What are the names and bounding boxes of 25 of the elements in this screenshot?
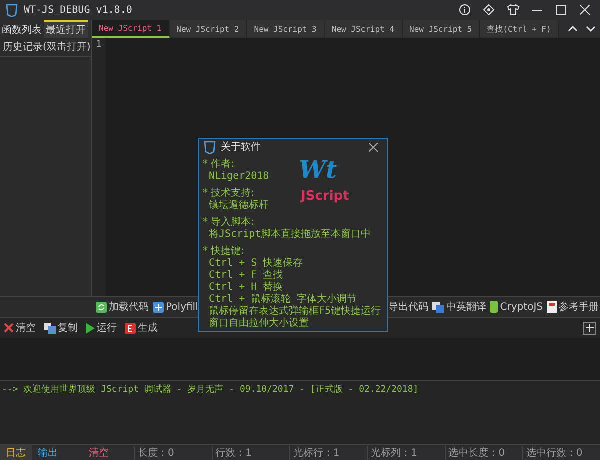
section-text: NLiger2018	[209, 171, 270, 183]
dialog-title: 关于软件	[221, 140, 262, 154]
section-heading: * 快捷键:	[203, 244, 245, 258]
logo-text: JScript	[301, 189, 350, 204]
status-field: 行数：1	[212, 446, 290, 460]
status-field: 光标列：1	[367, 446, 445, 460]
line-number: 1	[96, 40, 102, 50]
status-field: 选中行数：0	[522, 446, 600, 460]
section-text: Ctrl + 鼠标滚轮 字体大小调节	[209, 294, 358, 306]
logo-text: Wt	[299, 155, 338, 184]
section-heading: * 技术支持:	[203, 186, 255, 200]
section-text: 将JScript脚本直接拖放至本窗口中	[209, 229, 372, 241]
section-text: 镇坛遁德标杆	[209, 200, 269, 212]
section-text: Ctrl + F 查找	[209, 270, 284, 282]
section-text: 窗口自由拉伸大小设置	[209, 318, 309, 330]
window-title: WT-JS_DEBUG v1.8.0	[24, 4, 134, 16]
section-heading: * 导入脚本:	[203, 216, 255, 229]
log-line: --> 欢迎使用世界顶级 JScript 调试器 - 岁月无声 - 09.10/2017 - [正式版 - 02.22/2018]	[2, 384, 420, 396]
section-heading: * 作者:	[203, 158, 235, 171]
section-text: Ctrl + S 快速保存	[209, 258, 304, 270]
status-field: 选中长度：0	[444, 446, 522, 460]
status-field: 长度：0	[134, 446, 212, 460]
section-text: 鼠标停留在表达式弹输框F5键快捷运行	[209, 306, 382, 318]
section-text: Ctrl + H 替换	[209, 282, 284, 294]
status-field: 光标行：1	[289, 446, 368, 460]
